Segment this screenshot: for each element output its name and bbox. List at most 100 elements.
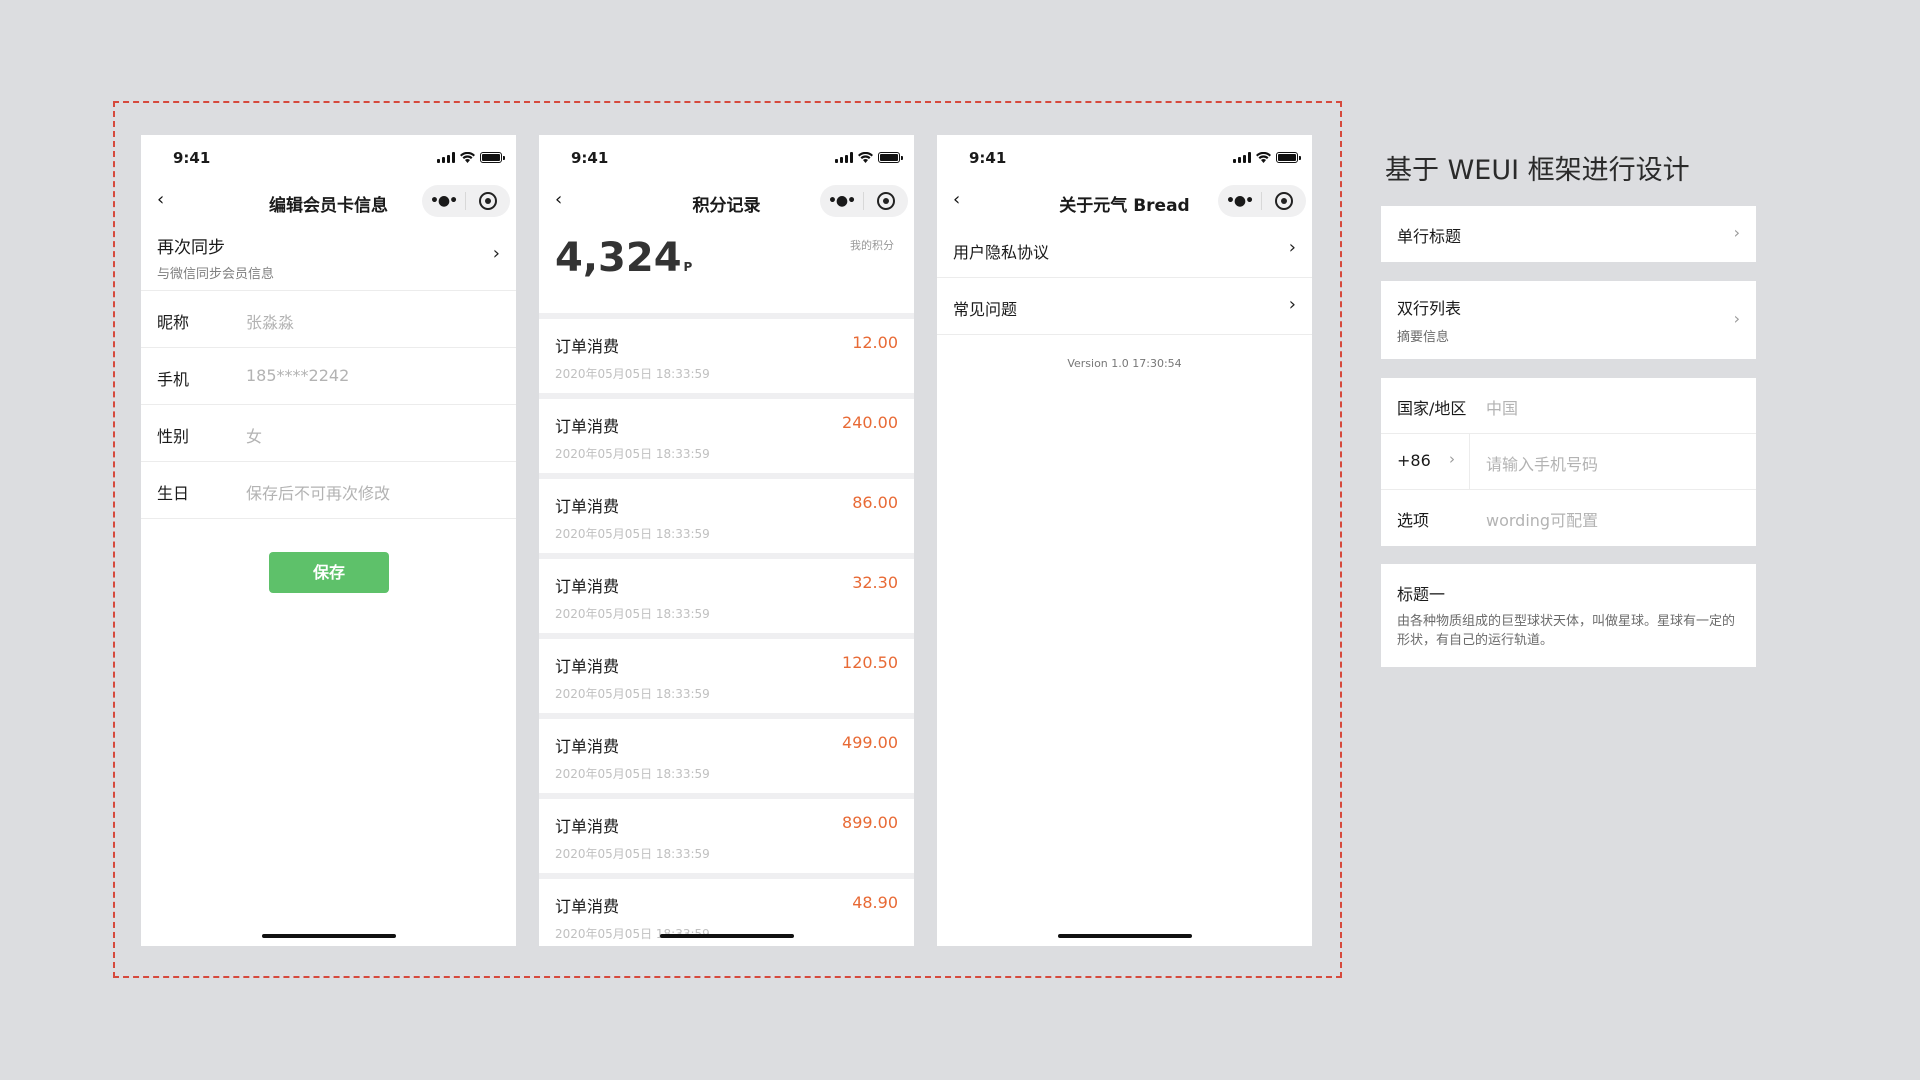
list-item[interactable]: 订单消费 86.00 2020年05月05日 18:33:59	[539, 479, 914, 553]
points-card: 4,324 P 我的积分	[539, 221, 914, 313]
close-capsule-icon[interactable]	[864, 192, 907, 210]
order-amount: 120.50	[842, 653, 898, 672]
order-amount: 32.30	[852, 573, 898, 592]
wifi-icon	[460, 152, 475, 163]
version-text: Version 1.0 17:30:54	[1067, 357, 1182, 370]
home-indicator	[1058, 934, 1192, 938]
status-icons	[835, 152, 903, 163]
order-amount: 48.90	[852, 893, 898, 912]
faq-row[interactable]: 常见问题 ›	[937, 278, 1312, 335]
country-code[interactable]: +86	[1397, 451, 1431, 470]
capsule-menu: •●•	[820, 185, 908, 217]
order-title: 订单消费	[555, 817, 620, 836]
status-bar: 9:41	[539, 135, 914, 181]
field-label: 生日	[157, 484, 190, 503]
order-title: 订单消费	[555, 497, 620, 516]
home-indicator	[262, 934, 396, 938]
chevron-right-icon: ›	[1288, 237, 1296, 258]
list-item[interactable]: 订单消费 899.00 2020年05月05日 18:33:59	[539, 799, 914, 873]
chevron-right-icon[interactable]: ›	[1449, 450, 1455, 468]
status-time: 9:41	[969, 149, 1007, 167]
capsule-menu: •●•	[422, 185, 510, 217]
double-line-title: 双行列表	[1397, 299, 1462, 318]
list-item[interactable]: 订单消费 12.00 2020年05月05日 18:33:59	[539, 319, 914, 393]
list-item[interactable]: 订单消费 120.50 2020年05月05日 18:33:59	[539, 639, 914, 713]
option-label: 选项	[1397, 511, 1430, 530]
points-unit: P	[683, 260, 693, 274]
form-row-nickname[interactable]: 昵称 张淼淼	[141, 291, 516, 348]
chevron-right-icon: ›	[1733, 309, 1740, 328]
order-amount: 12.00	[852, 333, 898, 352]
phone-input[interactable]: 请输入手机号码	[1486, 451, 1598, 475]
sync-title: 再次同步	[157, 238, 225, 258]
points-value: 4,324 P	[555, 235, 693, 281]
more-icon[interactable]: •●•	[820, 193, 863, 209]
option-value[interactable]: wording可配置	[1486, 507, 1598, 531]
order-title: 订单消费	[555, 577, 620, 596]
status-bar: 9:41	[937, 135, 1312, 181]
points-label: 我的积分	[850, 239, 894, 252]
chevron-right-icon: ›	[492, 243, 500, 264]
wifi-icon	[858, 152, 873, 163]
country-label: 国家/地区	[1397, 399, 1467, 418]
order-title: 订单消费	[555, 657, 620, 676]
order-time: 2020年05月05日 18:33:59	[555, 607, 710, 621]
sync-subtitle: 与微信同步会员信息	[157, 267, 275, 282]
order-time: 2020年05月05日 18:33:59	[555, 847, 710, 861]
list-item[interactable]: 订单消费 32.30 2020年05月05日 18:33:59	[539, 559, 914, 633]
phone-edit-member-card: 9:41 ‹ 编辑会员卡信息 •●• 再次同步 与微信同步会员信息 › 昵称 张…	[141, 135, 516, 946]
nickname-field[interactable]: 张淼淼	[246, 309, 294, 333]
phone-field[interactable]: 185****2242	[246, 366, 349, 385]
nav-bar: ‹ 积分记录 •●•	[539, 181, 914, 221]
privacy-policy-row[interactable]: 用户隐私协议 ›	[937, 221, 1312, 278]
signal-icon	[437, 152, 455, 163]
form-row-birthday[interactable]: 生日 保存后不可再次修改	[141, 462, 516, 519]
sync-row[interactable]: 再次同步 与微信同步会员信息 ›	[141, 221, 516, 291]
battery-icon	[1276, 152, 1301, 163]
birthday-field[interactable]: 保存后不可再次修改	[246, 480, 390, 504]
more-icon[interactable]: •●•	[422, 193, 465, 209]
status-icons	[1233, 152, 1301, 163]
article-title: 标题一	[1397, 585, 1446, 604]
form-row-gender[interactable]: 性别 女	[141, 405, 516, 462]
signal-icon	[1233, 152, 1251, 163]
more-icon[interactable]: •●•	[1218, 193, 1261, 209]
order-time: 2020年05月05日 18:33:59	[555, 367, 710, 381]
close-capsule-icon[interactable]	[466, 192, 509, 210]
signal-icon	[835, 152, 853, 163]
country-row[interactable]: 国家/地区 中国	[1381, 378, 1756, 434]
single-line-title: 单行标题	[1397, 227, 1462, 246]
status-time: 9:41	[571, 149, 609, 167]
list-item[interactable]: 订单消费 499.00 2020年05月05日 18:33:59	[539, 719, 914, 793]
article-card: 标题一 由各种物质组成的巨型球状天体，叫做星球。星球有一定的形状，有自己的运行轨…	[1381, 564, 1756, 667]
form-row-phone[interactable]: 手机 185****2242	[141, 348, 516, 405]
order-time: 2020年05月05日 18:33:59	[555, 687, 710, 701]
order-amount: 86.00	[852, 493, 898, 512]
panel-title: 基于 WEUI 框架进行设计	[1385, 155, 1690, 186]
country-value[interactable]: 中国	[1486, 395, 1518, 419]
option-row[interactable]: 选项 wording可配置	[1381, 490, 1756, 546]
phone-row: +86 › 请输入手机号码	[1381, 434, 1756, 490]
battery-icon	[480, 152, 505, 163]
single-line-cell[interactable]: 单行标题 ›	[1381, 206, 1756, 262]
close-capsule-icon[interactable]	[1262, 192, 1305, 210]
chevron-right-icon: ›	[1288, 294, 1296, 315]
order-time: 2020年05月05日 18:33:59	[555, 527, 710, 541]
order-time: 2020年05月05日 18:33:59	[555, 447, 710, 461]
form-cells: 国家/地区 中国 +86 › 请输入手机号码 选项 wording可配置	[1381, 378, 1756, 546]
status-icons	[437, 152, 505, 163]
double-line-cell[interactable]: 双行列表 摘要信息 ›	[1381, 281, 1756, 359]
article-desc: 由各种物质组成的巨型球状天体，叫做星球。星球有一定的形状，有自己的运行轨道。	[1397, 614, 1736, 648]
list-item[interactable]: 订单消费 240.00 2020年05月05日 18:33:59	[539, 399, 914, 473]
order-title: 订单消费	[555, 417, 620, 436]
phone-about: 9:41 ‹ 关于元气 Bread •●• 用户隐私协议 › 常见问题 › Ve…	[937, 135, 1312, 946]
order-amount: 899.00	[842, 813, 898, 832]
double-line-subtitle: 摘要信息	[1397, 330, 1450, 345]
order-amount: 240.00	[842, 413, 898, 432]
save-button[interactable]: 保存	[269, 552, 389, 593]
nav-bar: ‹ 编辑会员卡信息 •●•	[141, 181, 516, 221]
order-title: 订单消费	[555, 337, 620, 356]
field-label: 性别	[157, 427, 190, 446]
chevron-right-icon: ›	[1733, 223, 1740, 242]
gender-field[interactable]: 女	[246, 423, 262, 447]
